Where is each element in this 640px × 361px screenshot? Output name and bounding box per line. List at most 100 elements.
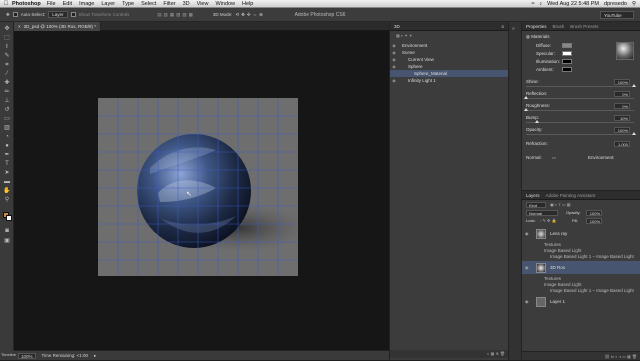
environment-row[interactable]: Environment: xyxy=(588,154,638,162)
menu-window[interactable]: Window xyxy=(215,1,235,7)
show-transform-checkbox[interactable] xyxy=(70,12,76,17)
eye-icon[interactable]: ◉ xyxy=(390,56,398,63)
3d-mode-icons[interactable]: ⟲✥✣⇔⊕ xyxy=(235,12,265,18)
eye-icon[interactable]: ◉ xyxy=(525,265,529,270)
3d-filter-icons[interactable]: ▦ ◐ ✦ ☀ xyxy=(390,32,509,40)
pen-tool-icon[interactable]: ✒ xyxy=(3,152,11,159)
zoom-tool-icon[interactable]: ⚲ xyxy=(3,197,11,204)
blur-tool-icon[interactable]: ◔ xyxy=(3,134,11,141)
roughness-slider-row[interactable]: Roughness: 0% xyxy=(524,102,638,111)
3d-panel-footer-icons[interactable]: ◐ ▦ ⊕ 🗑 xyxy=(390,350,509,358)
3d-scene[interactable]: ↖ xyxy=(98,98,310,276)
refraction-row[interactable]: Refraction: 1.000 xyxy=(526,140,638,148)
opacity-knob[interactable] xyxy=(632,132,636,135)
app-menu[interactable]: Photoshop xyxy=(12,1,41,7)
move-tool-icon[interactable]: ✥ xyxy=(6,12,10,18)
stamp-tool-icon[interactable]: ⊥ xyxy=(3,98,11,105)
crop-tool-icon[interactable]: ⌗ xyxy=(3,62,11,69)
align-icons[interactable]: ▤▥▦▧▨▩ xyxy=(157,12,195,18)
eraser-tool-icon[interactable]: ▭ xyxy=(3,116,11,123)
illumination-color-swatch[interactable] xyxy=(562,59,572,64)
diffuse-color-swatch[interactable] xyxy=(562,43,572,48)
history-brush-icon[interactable]: ↺ xyxy=(3,107,11,114)
tab-layers[interactable]: Layers xyxy=(526,191,540,199)
opacity-slider-row[interactable]: Opacity: 100% xyxy=(526,126,638,135)
ambient-row[interactable]: Ambient: xyxy=(536,66,640,74)
menu-help[interactable]: Help xyxy=(242,1,253,7)
close-icon[interactable]: × xyxy=(18,22,21,31)
menu-view[interactable]: View xyxy=(197,1,209,7)
menu-image[interactable]: Image xyxy=(79,1,94,7)
menu-layer[interactable]: Layer xyxy=(101,1,115,7)
collapse-icon[interactable]: » xyxy=(512,26,515,32)
filter-icons[interactable]: ▣ ◐ T ▭ ▦ xyxy=(550,202,571,207)
background-color-swatch[interactable] xyxy=(6,215,12,221)
bump-knob[interactable] xyxy=(534,120,539,123)
document-canvas[interactable]: ↖ xyxy=(98,98,310,276)
reflection-knob[interactable] xyxy=(524,96,528,99)
canvas-area[interactable]: ↖ xyxy=(14,31,389,350)
layer-sub-row[interactable]: Image Based Light 1 – Image Based Light xyxy=(522,253,640,259)
workspace-dropdown[interactable]: YouTube xyxy=(600,11,634,19)
roughness-value[interactable]: 0% xyxy=(614,103,630,109)
refraction-value[interactable]: 1.000 xyxy=(614,141,630,147)
eye-icon[interactable]: ◉ xyxy=(390,42,398,49)
apple-icon[interactable]:  xyxy=(0,1,12,7)
shape-tool-icon[interactable]: ▬ xyxy=(3,179,11,186)
type-tool-icon[interactable]: T xyxy=(3,161,11,168)
dodge-tool-icon[interactable]: ● xyxy=(3,143,11,150)
layer-row[interactable]: ◉ Layer 1 xyxy=(522,295,640,308)
layer-name[interactable]: 3D Ros xyxy=(550,265,565,270)
roughness-knob[interactable] xyxy=(524,108,528,111)
lasso-tool-icon[interactable]: ℓ xyxy=(3,44,11,51)
path-select-tool-icon[interactable]: ➤ xyxy=(3,170,11,177)
eye-icon[interactable]: ◉ xyxy=(390,77,398,84)
ambient-color-swatch[interactable] xyxy=(562,67,572,72)
search-icon[interactable]: ⚲ xyxy=(632,1,636,7)
gradient-tool-icon[interactable]: ▥ xyxy=(3,125,11,132)
menu-select[interactable]: Select xyxy=(141,1,156,7)
timeline-tab[interactable]: Timeline xyxy=(0,350,16,360)
tab-brush-presets[interactable]: Brush Presets xyxy=(570,22,598,30)
diffuse-row[interactable]: Diffuse: xyxy=(536,42,640,50)
3d-item-sphere[interactable]: ◉ Sphere xyxy=(390,63,509,70)
blend-mode-dropdown[interactable]: Normal xyxy=(526,210,558,216)
shine-knob[interactable] xyxy=(632,84,636,87)
fill-field[interactable]: 100% xyxy=(586,218,602,224)
tab-properties[interactable]: Properties xyxy=(526,22,547,30)
3d-item-scene[interactable]: ◉ Scene xyxy=(390,49,509,56)
eye-icon[interactable]: ◉ xyxy=(525,299,529,304)
3d-panel-header[interactable]: 3D ≡ xyxy=(390,22,508,31)
reflection-slider-row[interactable]: Reflection: 0% xyxy=(524,90,638,99)
auto-select-checkbox[interactable] xyxy=(12,12,18,17)
3d-item-environment[interactable]: ◉ Environment xyxy=(390,42,509,49)
illumination-row[interactable]: Illumination: xyxy=(536,58,640,66)
eye-icon[interactable]: ◉ xyxy=(390,63,398,70)
eye-icon[interactable]: ◉ xyxy=(390,49,398,56)
bump-value[interactable]: 10% xyxy=(614,115,630,121)
eyedropper-tool-icon[interactable]: ⁄ xyxy=(3,71,11,78)
lock-icons[interactable]: ▫ ✎ ✥ 🔒 xyxy=(540,218,556,223)
user-name[interactable]: dpresedo xyxy=(604,1,627,7)
menu-type[interactable]: Type xyxy=(122,1,134,7)
shine-slider-row[interactable]: Shine: 100% xyxy=(526,78,638,87)
volume-icon[interactable]: ♪ xyxy=(539,1,542,7)
zoom-level[interactable]: 100% xyxy=(18,352,36,359)
marquee-tool-icon[interactable]: ⬚ xyxy=(3,35,11,42)
eye-icon[interactable]: ◉ xyxy=(525,231,529,236)
layers-footer-icons[interactable]: ⛓ fx ◐ ◑ ▭ ▦ 🗑 xyxy=(522,351,640,360)
menu-3d[interactable]: 3D xyxy=(183,1,190,7)
layer-row-selected[interactable]: ◉ 3D Ros xyxy=(522,261,640,274)
quick-mask-icon[interactable]: ◙ xyxy=(3,228,11,235)
screen-mode-icon[interactable]: ▣ xyxy=(3,238,11,245)
panel-menu-icon[interactable]: ≡ xyxy=(501,22,504,31)
reflection-value[interactable]: 0% xyxy=(614,91,630,97)
status-arrow-icon[interactable]: ▸ xyxy=(94,353,96,359)
document-tab[interactable]: × 3D_psd @ 100% (3D Ros, RGB/8) * xyxy=(14,22,101,31)
auto-select-dropdown[interactable]: Layer xyxy=(48,11,68,18)
tab-painting-assistant[interactable]: Adobe Painting Assistant xyxy=(546,191,596,199)
layer-sub-row[interactable]: Image Based Light 1 – Image Based Light xyxy=(522,287,640,293)
opacity-field[interactable]: 100% xyxy=(586,210,602,216)
3d-item-sphere-material[interactable]: Sphere_Material xyxy=(390,70,509,77)
3d-item-current-view[interactable]: ◉ Current View xyxy=(390,56,509,63)
